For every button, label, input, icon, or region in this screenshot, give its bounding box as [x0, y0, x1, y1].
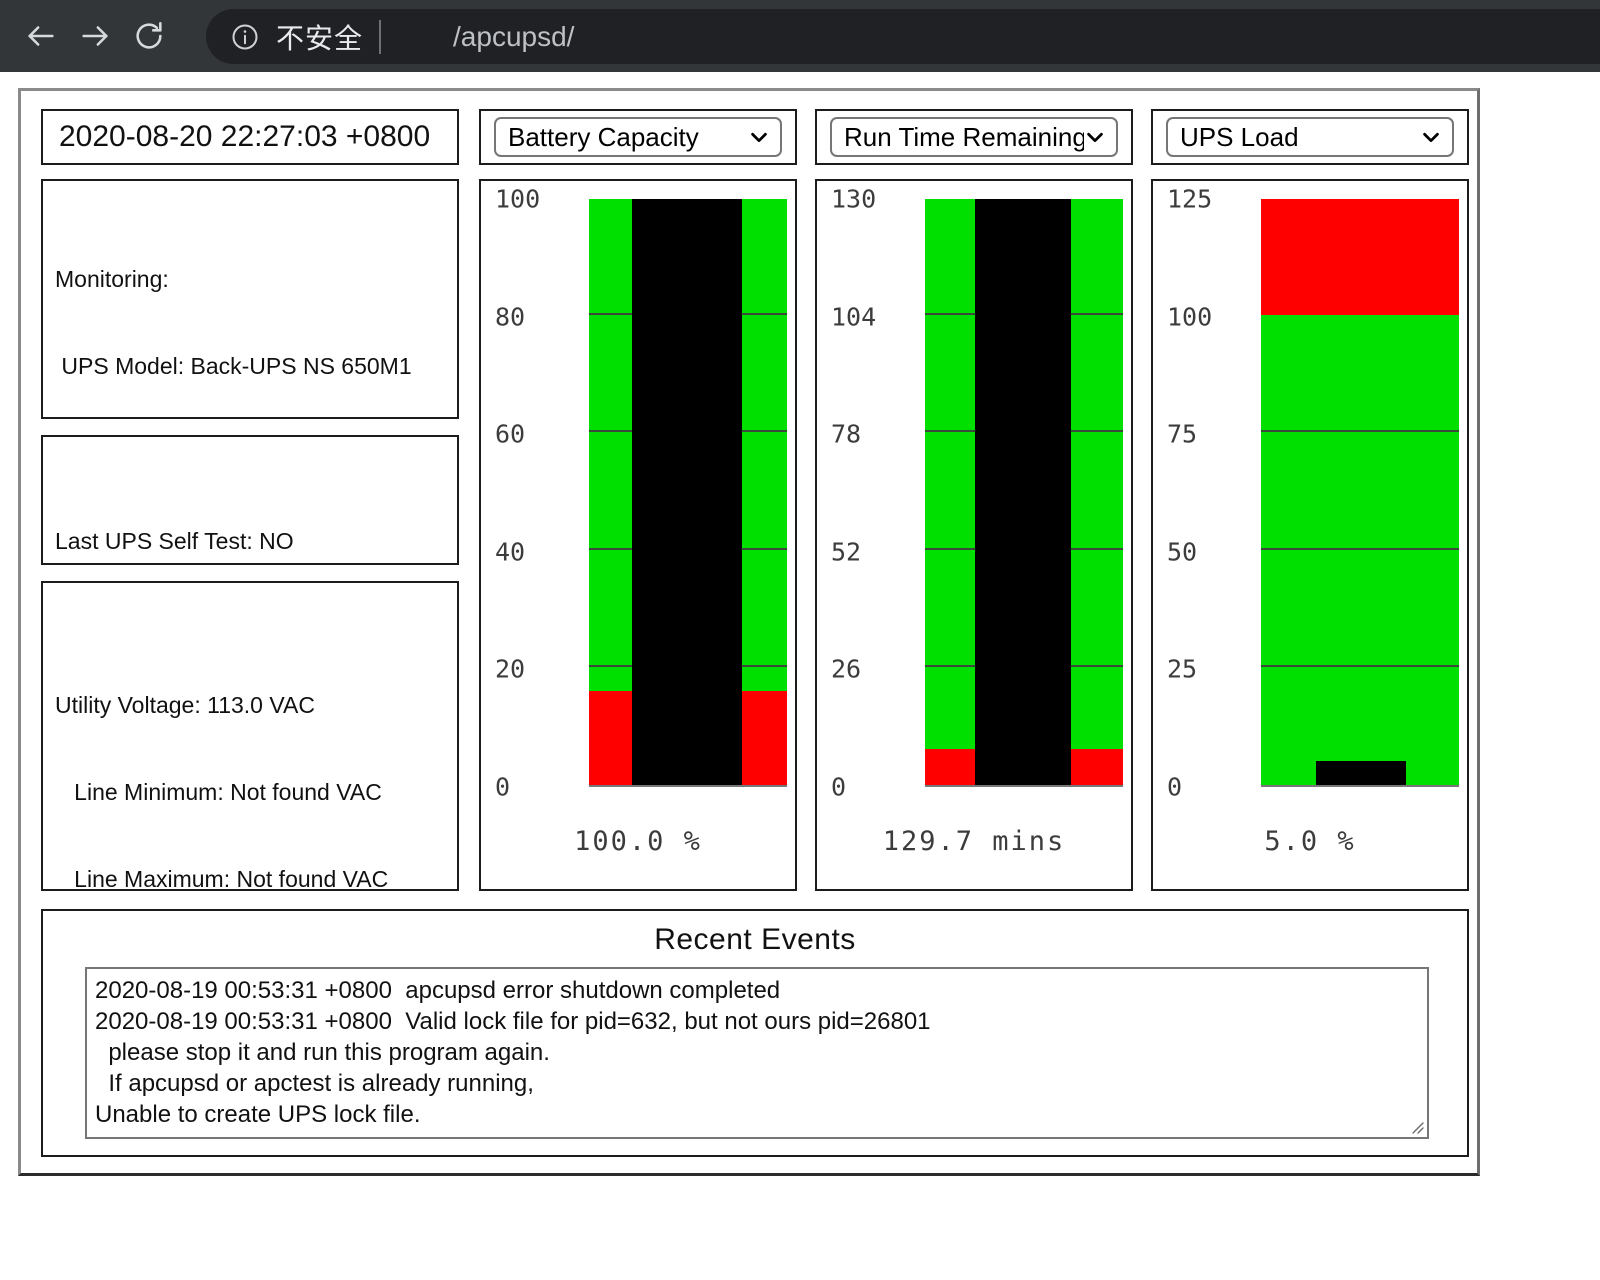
gauge-tick-label: 52	[831, 537, 861, 566]
gauge-tick-label: 100	[1167, 302, 1212, 331]
battery-capacity-gauge: 0 20 40 60 80 100 100.0 %	[479, 179, 797, 891]
selftest-line: Last UPS Self Test: NO	[55, 527, 457, 556]
select-value-1: Battery Capacity	[508, 122, 748, 153]
select-value-2: Run Time Remaining	[844, 122, 1084, 153]
address-bar[interactable]: 不安全 /apcupsd/	[206, 9, 1600, 64]
gauge-tick-axis: 020406080100	[481, 199, 795, 787]
monitoring-panel: Monitoring: UPS Model: Back-UPS NS 650M1…	[41, 179, 459, 419]
gauge-tick-label: 130	[831, 185, 876, 214]
gauge-tick-label: 20	[495, 655, 525, 684]
url-text[interactable]: /apcupsd/	[453, 21, 574, 53]
monitoring-line: UPS Model: Back-UPS NS 650M1	[55, 352, 457, 381]
selftest-panel: Last UPS Self Test: NO Last Test Date: N…	[41, 435, 459, 565]
gauge-tick-label: 0	[831, 773, 846, 802]
event-line: 2020-08-19 00:53:31 +0800 Valid lock fil…	[95, 1006, 1419, 1037]
apcupsd-page-frame: 2020-08-20 22:27:03 +0800 Monitoring: UP…	[18, 88, 1480, 1176]
forward-button[interactable]	[68, 9, 122, 63]
voltage-line: Line Minimum: Not found VAC	[55, 778, 457, 807]
gauge-tick-label: 50	[1167, 537, 1197, 566]
security-status-label[interactable]: 不安全	[276, 17, 363, 57]
gauge-tick-label: 78	[831, 420, 861, 449]
chevron-down-icon	[1084, 126, 1106, 148]
gauge-select-panel-2: Run Time Remaining	[815, 109, 1133, 165]
battery-capacity-select[interactable]: Battery Capacity	[494, 117, 782, 157]
gauge-tick-label: 40	[495, 537, 525, 566]
voltage-line: Line Maximum: Not found VAC	[55, 865, 457, 894]
recent-events-panel: Recent Events 2020-08-19 00:53:31 +0800 …	[41, 909, 1469, 1157]
monitoring-line: Monitoring:	[55, 265, 457, 294]
arrow-left-icon	[24, 19, 58, 53]
select-value-3: UPS Load	[1180, 122, 1420, 153]
gauge-tick-label: 80	[495, 302, 525, 331]
run-time-remaining-gauge: 0 26 52 78 104 130 129.7 mins	[815, 179, 1133, 891]
resize-grip-icon[interactable]	[1406, 1116, 1424, 1134]
page-viewport: 2020-08-20 22:27:03 +0800 Monitoring: UP…	[0, 72, 1600, 1280]
gauge-tick-label: 0	[1167, 773, 1182, 802]
gauge-tick-label: 60	[495, 420, 525, 449]
gauge-tick-label: 104	[831, 302, 876, 331]
gauge-tick-label: 26	[831, 655, 861, 684]
gauge-tick-label: 0	[495, 773, 510, 802]
run-time-remaining-select[interactable]: Run Time Remaining	[830, 117, 1118, 157]
event-line: please stop it and run this program agai…	[95, 1037, 1419, 1068]
gauge-canvas-1: 0 20 40 60 80 100 100.0 %	[481, 181, 795, 889]
datetime-text: 2020-08-20 22:27:03 +0800	[59, 120, 430, 154]
gauge-canvas-3: 0 25 50 75 100 125 5.0 %	[1153, 181, 1467, 889]
chevron-down-icon	[748, 126, 770, 148]
gauge-readout: 5.0 %	[1153, 826, 1467, 857]
gauge-tick-label: 125	[1167, 185, 1212, 214]
gauge-tick-axis: 0255075100125	[1153, 199, 1467, 787]
chevron-down-icon	[1420, 126, 1442, 148]
event-line: Unable to create UPS lock file.	[95, 1099, 1419, 1130]
voltage-line: Utility Voltage: 113.0 VAC	[55, 691, 457, 720]
gauge-tick-label: 75	[1167, 420, 1197, 449]
reload-icon	[132, 19, 166, 53]
arrow-right-icon	[78, 19, 112, 53]
gauge-tick-label: 100	[495, 185, 540, 214]
ups-load-select[interactable]: UPS Load	[1166, 117, 1454, 157]
info-circle-icon[interactable]	[230, 22, 260, 52]
reload-button[interactable]	[122, 9, 176, 63]
event-line: 2020-08-19 00:53:31 +0800 apcupsd error …	[95, 975, 1419, 1006]
browser-toolbar: 不安全 /apcupsd/	[0, 0, 1600, 72]
gauge-canvas-2: 0 26 52 78 104 130 129.7 mins	[817, 181, 1131, 889]
gauge-select-panel-3: UPS Load	[1151, 109, 1469, 165]
recent-events-textarea[interactable]: 2020-08-19 00:53:31 +0800 apcupsd error …	[85, 967, 1429, 1139]
back-button[interactable]	[14, 9, 68, 63]
gauge-tick-axis: 0265278104130	[817, 199, 1131, 787]
recent-events-title: Recent Events	[43, 911, 1467, 957]
gauge-tick-label: 25	[1167, 655, 1197, 684]
event-line: If apcupsd or apctest is already running…	[95, 1068, 1419, 1099]
ups-load-gauge: 0 25 50 75 100 125 5.0 %	[1151, 179, 1469, 891]
omnibox-separator	[379, 20, 381, 54]
voltage-panel: Utility Voltage: 113.0 VAC Line Minimum:…	[41, 581, 459, 891]
datetime-panel: 2020-08-20 22:27:03 +0800	[41, 109, 459, 165]
gauge-readout: 100.0 %	[481, 826, 795, 857]
gauge-select-panel-1: Battery Capacity	[479, 109, 797, 165]
gauge-readout: 129.7 mins	[817, 826, 1131, 857]
